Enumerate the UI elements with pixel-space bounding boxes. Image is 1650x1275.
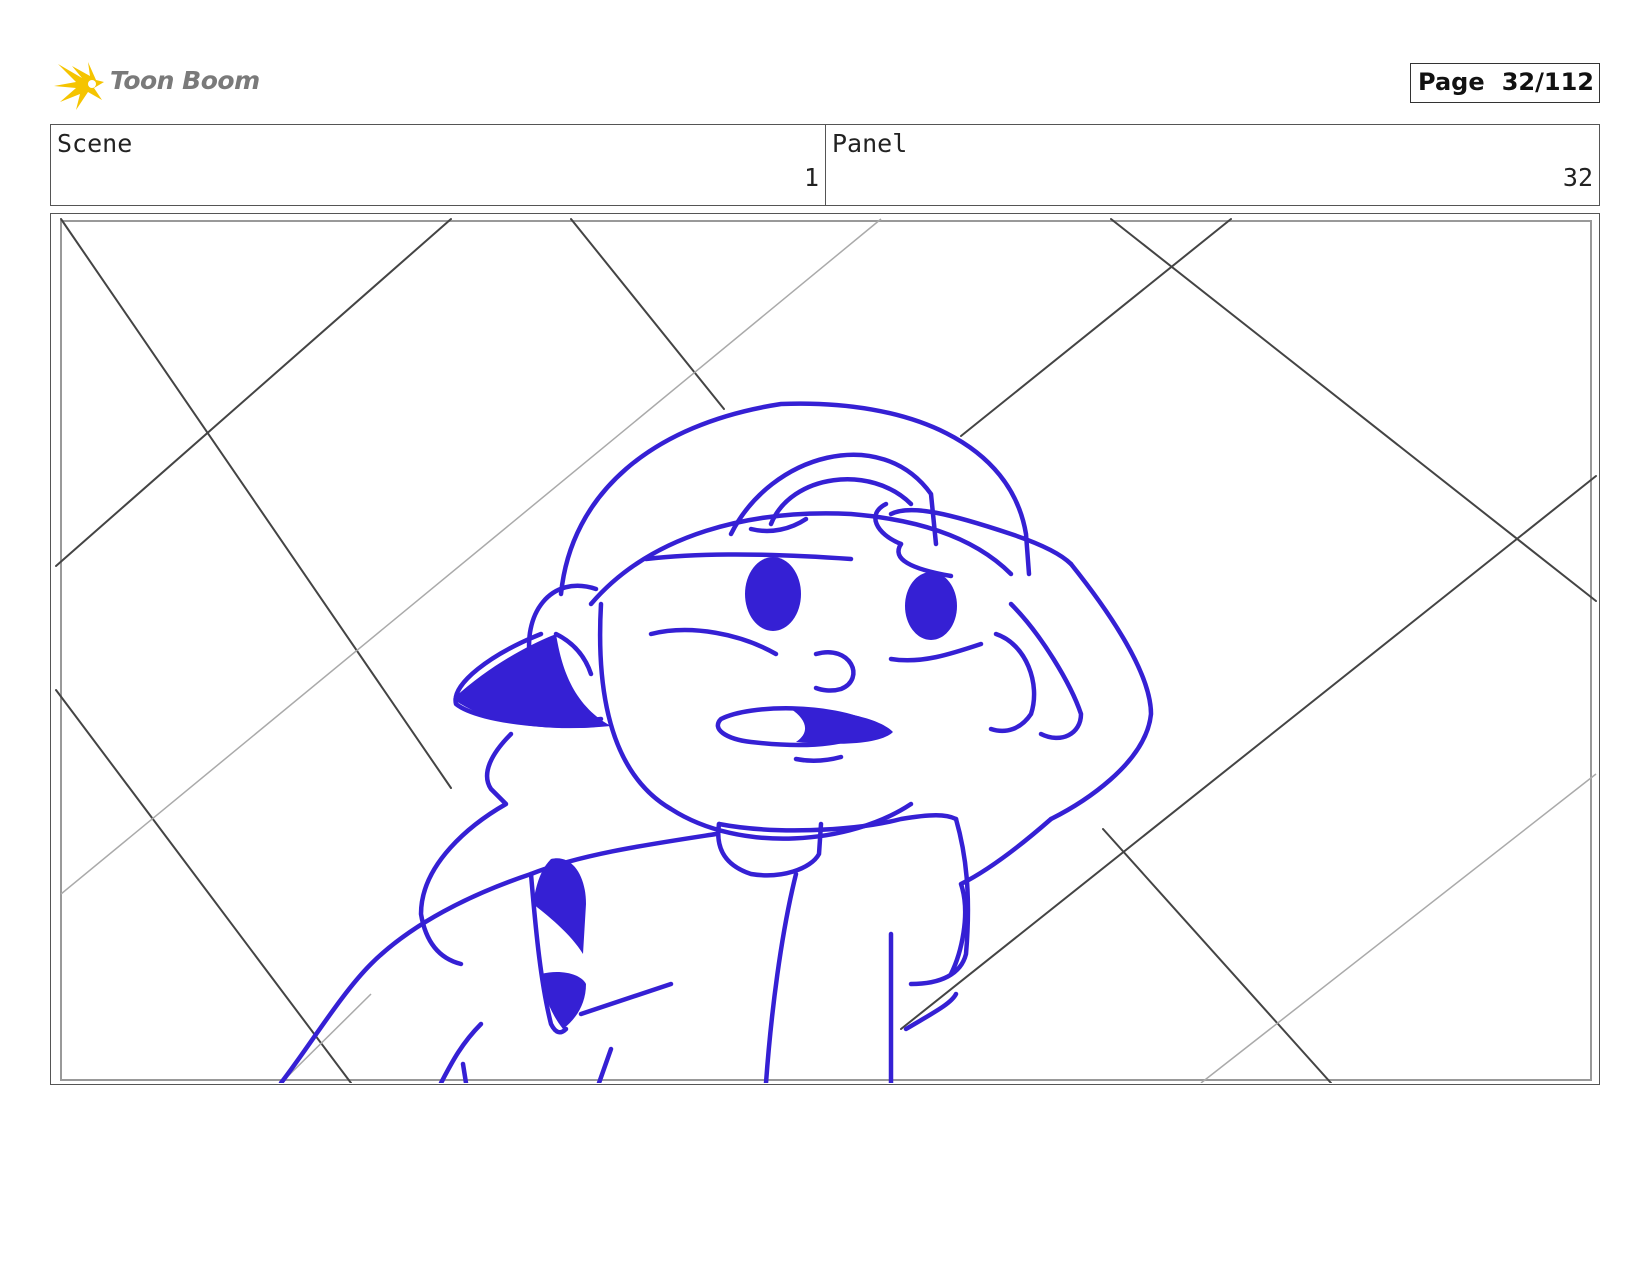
scene-panel-info: Scene 1 Panel 32 — [50, 124, 1600, 206]
storyboard-sketch — [55, 218, 1597, 1083]
scene-value: 1 — [803, 163, 819, 192]
page-indicator: Page 32/112 — [1410, 63, 1600, 103]
starburst-icon — [54, 62, 104, 110]
panel-cell: Panel 32 — [826, 125, 1599, 205]
page-label: Page — [1418, 68, 1485, 96]
scene-label: Scene — [57, 129, 133, 158]
panel-value: 32 — [1562, 163, 1593, 192]
scene-cell: Scene 1 — [51, 125, 826, 205]
logo-text: Toon Boom — [110, 66, 260, 95]
storyboard-panel-frame — [50, 213, 1600, 1085]
character-drawing — [278, 401, 1154, 1083]
page-number: 32/112 — [1501, 68, 1594, 96]
panel-label: Panel — [832, 129, 908, 158]
toon-boom-logo: Toon Boom — [52, 56, 260, 116]
